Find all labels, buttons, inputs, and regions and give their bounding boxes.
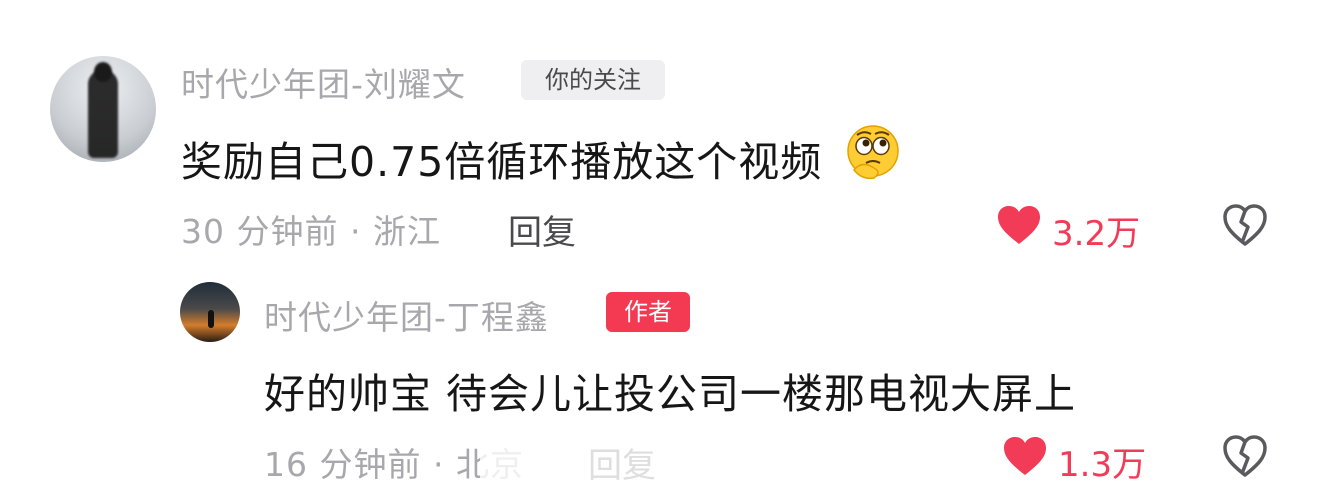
author-badge: 作者	[606, 292, 690, 332]
comment-1-reply-button[interactable]: 回复	[508, 205, 576, 254]
comment-1-username[interactable]: 时代少年团-刘耀文	[181, 58, 466, 106]
avatar-silhouette	[88, 70, 118, 158]
comment-2-username[interactable]: 时代少年团-丁程鑫	[264, 291, 549, 339]
avatar-comment-1[interactable]	[50, 56, 156, 162]
avatar-silhouette	[208, 310, 214, 328]
avatar-comment-2[interactable]	[180, 282, 240, 342]
follow-badge: 你的关注	[521, 60, 665, 100]
comment-2-text: 好的帅宝 待会儿让投公司一楼那电视大屏上	[264, 370, 1077, 418]
broken-heart-icon[interactable]	[1222, 434, 1268, 478]
comment-1-text: 奖励自己0.75倍循环播放这个视频	[181, 138, 823, 186]
heart-icon[interactable]	[1002, 435, 1048, 477]
comment-1-time-location: 30 分钟前 · 浙江	[181, 212, 441, 251]
watermark-overlay	[480, 440, 820, 492]
heart-icon[interactable]	[996, 204, 1042, 246]
broken-heart-icon[interactable]	[1222, 203, 1268, 247]
comment-2-like-count: 1.3万	[1058, 445, 1147, 485]
comment-1-like-count: 3.2万	[1052, 214, 1141, 254]
thinking-face-emoji-icon	[847, 125, 899, 180]
